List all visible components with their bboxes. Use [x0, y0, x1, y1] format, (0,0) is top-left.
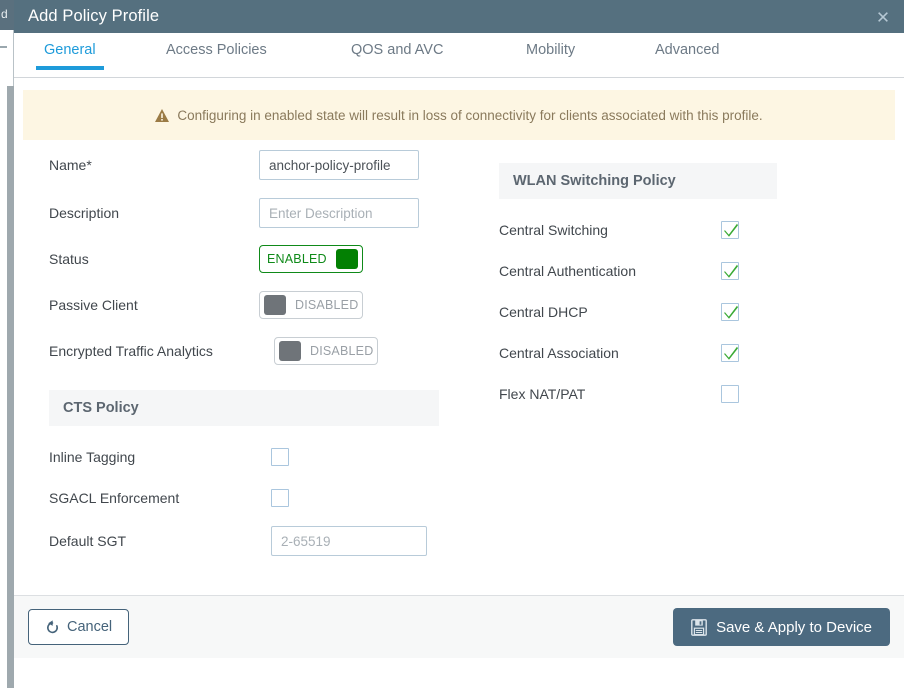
close-x-glyph — [875, 9, 891, 25]
sgacl-enforcement-label: SGACL Enforcement — [49, 490, 271, 506]
checkmark-icon — [723, 222, 739, 239]
checkbox-row-inline-tagging: Inline Tagging — [49, 436, 449, 477]
tab-qos-and-avc[interactable]: QOS and AVC — [351, 42, 443, 58]
sgacl-enforcement-checkbox[interactable] — [271, 489, 289, 507]
central-association-label: Central Association — [499, 345, 721, 361]
tab-mobility-label: Mobility — [526, 42, 575, 58]
tab-qos-and-avc-label: QOS and AVC — [351, 42, 443, 58]
checkbox-row-central-switching: Central Switching — [499, 209, 869, 250]
passive-client-toggle[interactable]: DISABLED — [259, 291, 363, 319]
tab-mobility[interactable]: Mobility — [526, 42, 575, 58]
tab-advanced[interactable]: Advanced — [655, 42, 720, 58]
background-panel-fill — [7, 86, 14, 688]
flex-nat-pat-checkbox[interactable] — [721, 385, 739, 403]
cancel-button-label: Cancel — [67, 619, 112, 635]
warning-triangle-icon — [155, 109, 169, 122]
description-label: Description — [49, 205, 259, 221]
checkbox-row-central-authentication: Central Authentication — [499, 250, 869, 291]
checkmark-icon — [723, 345, 739, 362]
tab-access-policies-label: Access Policies — [166, 42, 267, 58]
central-authentication-label: Central Authentication — [499, 263, 721, 279]
name-input[interactable] — [259, 150, 419, 180]
tab-access-policies[interactable]: Access Policies — [166, 42, 267, 58]
background-panel-edge — [7, 30, 14, 658]
passive-client-toggle-label: DISABLED — [295, 298, 358, 312]
undo-arrow-icon — [45, 620, 60, 635]
field-row-status: Status ENABLED — [49, 236, 449, 282]
checkmark-icon — [723, 263, 739, 280]
tab-general[interactable]: General — [44, 42, 96, 58]
status-toggle-knob — [336, 249, 358, 269]
save-apply-button-label: Save & Apply to Device — [716, 619, 872, 636]
background-text-fragment: d — [1, 7, 8, 21]
dialog-header: Add Policy Profile — [14, 0, 904, 33]
wlan-switching-policy-section-header: WLAN Switching Policy — [499, 163, 777, 199]
checkbox-row-flex-nat-pat: Flex NAT/PAT — [499, 373, 869, 414]
wlan-switching-policy-heading: WLAN Switching Policy — [513, 173, 676, 189]
save-apply-button[interactable]: Save & Apply to Device — [673, 608, 890, 646]
encrypted-traffic-analytics-toggle[interactable]: DISABLED — [274, 337, 378, 365]
dialog-title: Add Policy Profile — [28, 7, 159, 26]
field-row-default-sgt: Default SGT — [49, 518, 449, 564]
encrypted-traffic-analytics-label: Encrypted Traffic Analytics — [49, 343, 274, 359]
add-policy-profile-dialog: Add Policy Profile General Access Polici… — [14, 0, 904, 658]
cts-policy-section-header: CTS Policy — [49, 390, 439, 426]
inline-tagging-checkbox[interactable] — [271, 448, 289, 466]
description-input[interactable] — [259, 198, 419, 228]
checkbox-row-central-dhcp: Central DHCP — [499, 291, 869, 332]
field-row-description: Description — [49, 190, 449, 236]
checkmark-icon — [723, 304, 739, 321]
encrypted-traffic-analytics-toggle-label: DISABLED — [310, 344, 373, 358]
field-row-encrypted-traffic-analytics: Encrypted Traffic Analytics DISABLED — [49, 328, 449, 374]
encrypted-traffic-analytics-toggle-knob — [279, 341, 301, 361]
status-toggle-label: ENABLED — [267, 252, 327, 266]
field-row-passive-client: Passive Client DISABLED — [49, 282, 449, 328]
name-label: Name* — [49, 157, 259, 173]
tab-bar: General Access Policies QOS and AVC Mobi… — [14, 33, 904, 78]
cancel-button[interactable]: Cancel — [28, 609, 129, 645]
central-switching-checkbox[interactable] — [721, 221, 739, 239]
checkbox-row-sgacl-enforcement: SGACL Enforcement — [49, 477, 449, 518]
central-dhcp-label: Central DHCP — [499, 304, 721, 320]
dialog-footer: Cancel Save & Apply to Device — [14, 595, 904, 658]
central-association-checkbox[interactable] — [721, 344, 739, 362]
background-page-strip: d — [0, 0, 14, 658]
passive-client-label: Passive Client — [49, 297, 259, 313]
inline-tagging-label: Inline Tagging — [49, 449, 271, 465]
flex-nat-pat-label: Flex NAT/PAT — [499, 386, 721, 402]
cts-policy-heading: CTS Policy — [63, 400, 139, 416]
floppy-disk-save-icon — [691, 619, 707, 636]
default-sgt-label: Default SGT — [49, 533, 271, 549]
central-dhcp-checkbox[interactable] — [721, 303, 739, 321]
right-column: WLAN Switching Policy Central Switching … — [499, 140, 869, 414]
warning-banner: Configuring in enabled state will result… — [23, 90, 895, 140]
passive-client-toggle-knob — [264, 295, 286, 315]
tab-active-underline — [36, 66, 104, 70]
tab-general-label: General — [44, 42, 96, 58]
left-column: Name* Description Status ENABLED Passive… — [49, 140, 449, 564]
central-authentication-checkbox[interactable] — [721, 262, 739, 280]
warning-text: Configuring in enabled state will result… — [177, 108, 762, 123]
close-icon[interactable] — [874, 8, 892, 26]
field-row-name: Name* — [49, 140, 449, 190]
central-switching-label: Central Switching — [499, 222, 721, 238]
status-label: Status — [49, 251, 259, 267]
tab-advanced-label: Advanced — [655, 42, 720, 58]
status-toggle[interactable]: ENABLED — [259, 245, 363, 273]
dialog-body: Name* Description Status ENABLED Passive… — [14, 140, 904, 595]
checkbox-row-central-association: Central Association — [499, 332, 869, 373]
default-sgt-input[interactable] — [271, 526, 427, 556]
